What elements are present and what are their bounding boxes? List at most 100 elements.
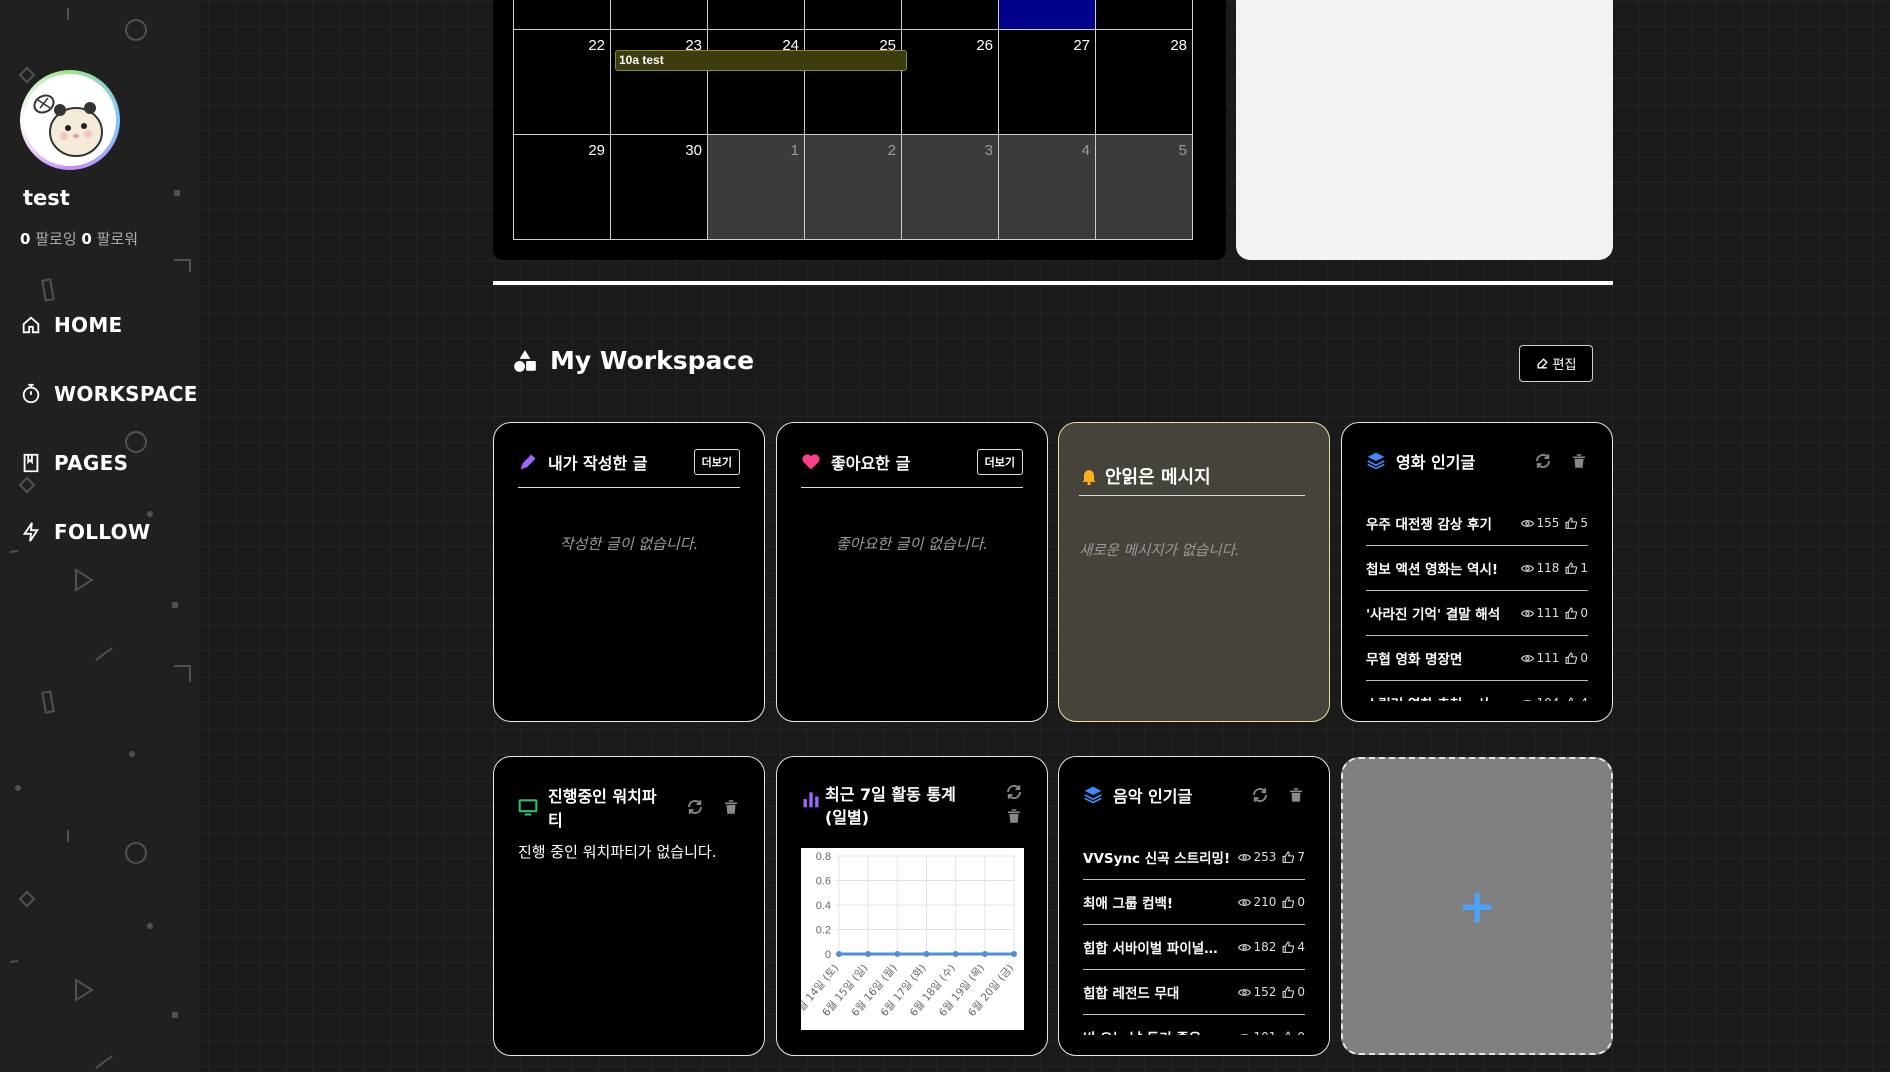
- avatar[interactable]: [20, 70, 120, 170]
- eye-icon: [1238, 943, 1252, 951]
- nav-item-follow[interactable]: FOLLOW: [20, 497, 198, 566]
- calendar-cell[interactable]: 27: [998, 29, 1096, 135]
- thumbs-up-icon: [1565, 607, 1578, 619]
- widget-header: 내가 작성한 글 더보기: [518, 449, 740, 475]
- calendar-cell[interactable]: [804, 0, 902, 30]
- sidebar: test 0 팔로잉 0 팔로워 HOME WORKSPACE PAGES FO…: [0, 0, 200, 1072]
- follower-count: 0: [81, 230, 92, 248]
- widget-title: 안읽은 메시지: [1105, 467, 1211, 488]
- list-item[interactable]: 최애 그룹 컴백! 210 0: [1083, 880, 1305, 925]
- post-title: 무협 영화 명장면: [1366, 652, 1463, 668]
- follower-label[interactable]: 팔로워: [97, 230, 138, 248]
- y-tick-label: 0.6: [816, 876, 831, 888]
- data-point: [923, 951, 930, 957]
- widget-divider: [518, 487, 740, 488]
- list-item[interactable]: 우주 대전쟁 감상 후기 155 5: [1366, 501, 1588, 546]
- trash-icon[interactable]: [722, 798, 740, 816]
- calendar-cell[interactable]: 25: [804, 29, 902, 135]
- calendar-cell[interactable]: 23: [610, 29, 708, 135]
- calendar-cell[interactable]: 30: [610, 134, 708, 240]
- calendar-cell[interactable]: [707, 0, 805, 30]
- add-widget-button[interactable]: +: [1341, 757, 1613, 1055]
- like-count: 0: [1580, 606, 1588, 620]
- list-item[interactable]: 비 오는 날 듣기 좋은 … 101 0: [1083, 1015, 1305, 1035]
- following-label[interactable]: 팔로잉: [35, 230, 76, 248]
- calendar-cell-next-month[interactable]: 3: [901, 134, 999, 240]
- refresh-icon[interactable]: [686, 798, 704, 816]
- calendar-cell[interactable]: [1095, 0, 1193, 30]
- nav-item-workspace[interactable]: WORKSPACE: [20, 359, 198, 428]
- calendar-cell[interactable]: [901, 0, 999, 30]
- thumbs-up-icon: [1282, 986, 1295, 998]
- calendar-cell-today[interactable]: [998, 0, 1096, 30]
- calendar-cell[interactable]: 22: [513, 29, 611, 135]
- list-item[interactable]: 힙합 레전드 무대 152 0: [1083, 970, 1305, 1015]
- calendar-cell-next-month[interactable]: 5: [1095, 134, 1193, 240]
- list-item[interactable]: 스릴러 영화 추천 - 사… 104 4: [1366, 681, 1588, 701]
- day-number: 4: [1081, 142, 1090, 159]
- nav-item-home[interactable]: HOME: [20, 290, 198, 359]
- calendar-cell[interactable]: 26: [901, 29, 999, 135]
- empty-message: 작성한 글이 없습니다.: [559, 535, 699, 553]
- refresh-icon[interactable]: [1005, 783, 1023, 801]
- list-item[interactable]: 무협 영화 명장면 111 0: [1366, 636, 1588, 681]
- list-item[interactable]: 첩보 액션 영화는 역시! 118 1: [1366, 546, 1588, 591]
- nav-label-follow: FOLLOW: [54, 519, 151, 544]
- view-count: 111: [1536, 606, 1560, 620]
- eye-icon: [1238, 988, 1252, 996]
- trash-icon[interactable]: [1287, 786, 1305, 804]
- thumbs-up-icon: [1565, 517, 1578, 529]
- trash-icon[interactable]: [1570, 452, 1588, 470]
- calendar-cell-next-month[interactable]: 1: [707, 134, 805, 240]
- like-count: 0: [1580, 651, 1588, 665]
- data-point: [865, 951, 872, 957]
- data-point: [952, 951, 959, 957]
- eye-icon: [1521, 519, 1535, 527]
- book-icon: [23, 453, 39, 472]
- widget-header: 최근 7일 활동 통계 (일별): [801, 783, 1023, 829]
- trash-icon[interactable]: [1005, 807, 1023, 825]
- data-point: [981, 951, 988, 957]
- calendar-cell-next-month[interactable]: 4: [998, 134, 1096, 240]
- empty-message: 진행 중인 워치파티가 없습니다.: [518, 843, 717, 861]
- calendar-cell-next-month[interactable]: 2: [804, 134, 902, 240]
- list-item[interactable]: 힙합 서바이벌 파이널… 182 4: [1083, 925, 1305, 970]
- refresh-icon[interactable]: [1534, 452, 1552, 470]
- post-title: 힙합 레전드 무대: [1083, 986, 1180, 1002]
- calendar-cell[interactable]: [610, 0, 708, 30]
- day-number: 27: [1073, 37, 1090, 54]
- edit-workspace-button[interactable]: 편집: [1519, 345, 1593, 382]
- eye-icon: [1521, 564, 1535, 572]
- calendar-cell[interactable]: 29: [513, 134, 611, 240]
- list-item[interactable]: '사라진 기억' 결말 해석 111 0: [1366, 591, 1588, 636]
- nav-item-pages[interactable]: PAGES: [20, 428, 198, 497]
- refresh-icon[interactable]: [1251, 786, 1269, 804]
- watchparty-widget: 진행중인 워치파티 진행 중인 워치파티가 없습니다.: [493, 756, 765, 1056]
- calendar-event[interactable]: 10a test: [615, 50, 907, 71]
- calendar-cell[interactable]: 28: [1095, 29, 1193, 135]
- views-stat: 253: [1238, 850, 1276, 864]
- bell-icon: [1082, 470, 1096, 486]
- monitor-icon: [518, 799, 538, 816]
- empty-message: 새로운 메시지가 없습니다.: [1079, 543, 1240, 559]
- post-title: 우주 대전쟁 감상 후기: [1366, 517, 1492, 533]
- eye-icon: [1238, 898, 1252, 906]
- day-number: 5: [1178, 142, 1187, 159]
- widget-divider: [1079, 495, 1305, 496]
- data-point: [1011, 951, 1017, 957]
- thumbs-up-icon: [1282, 941, 1295, 953]
- more-button[interactable]: 더보기: [693, 449, 740, 475]
- views-stat: 101: [1238, 1030, 1276, 1035]
- thumbs-up-icon: [1565, 652, 1578, 664]
- y-tick-label: 0.2: [816, 925, 831, 937]
- calendar-cell[interactable]: 24: [707, 29, 805, 135]
- thumbs-up-icon: [1568, 697, 1577, 701]
- view-count: 182: [1253, 940, 1277, 954]
- list-item[interactable]: VVSync 신곡 스트리밍! 253 7: [1083, 835, 1305, 880]
- like-count: 4: [1580, 696, 1588, 701]
- calendar-cell[interactable]: [513, 0, 611, 30]
- likes-stat: 4: [1282, 940, 1305, 954]
- views-stat: 111: [1521, 606, 1559, 620]
- more-button[interactable]: 더보기: [976, 449, 1023, 475]
- following-count: 0: [20, 230, 31, 248]
